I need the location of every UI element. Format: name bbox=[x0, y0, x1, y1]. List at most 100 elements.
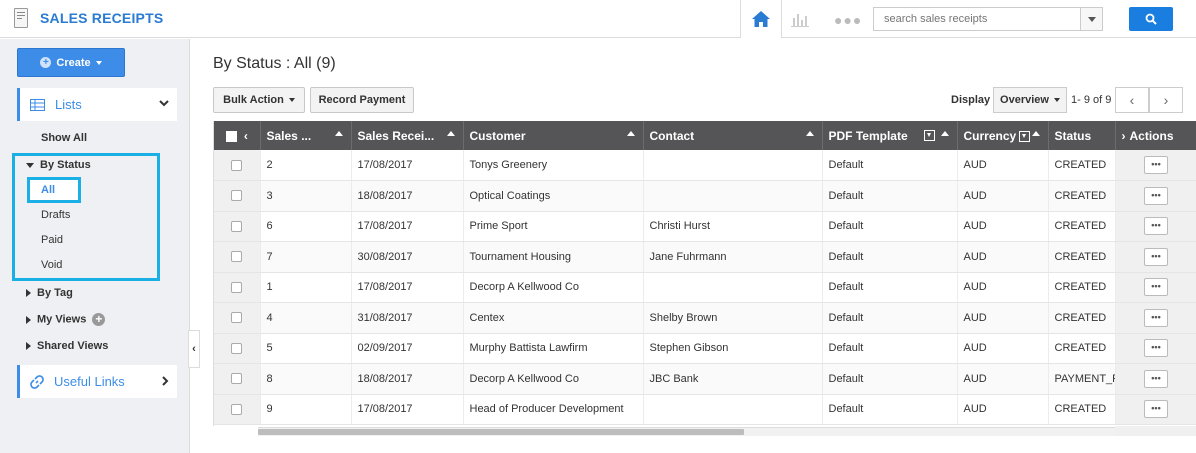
collapse-sidebar-button[interactable]: ‹ bbox=[188, 330, 200, 368]
caret-right-icon bbox=[26, 342, 31, 351]
row-checkbox[interactable] bbox=[231, 220, 243, 232]
cell-date: 17/08/2017 bbox=[351, 394, 464, 425]
bulk-action-button[interactable]: Bulk Action bbox=[213, 87, 305, 113]
table-row[interactable]: 3 18/08/2017 Optical Coatings Default AUD CRE… bbox=[214, 180, 1196, 212]
row-more-button[interactable]: ••• bbox=[1144, 247, 1168, 266]
row-actions-cell: ••• bbox=[1115, 180, 1196, 212]
by-tag-toggle[interactable]: By Tag bbox=[26, 287, 73, 299]
cell-sales-no: 8 bbox=[260, 363, 352, 395]
search-input[interactable] bbox=[874, 8, 1074, 30]
row-checkbox[interactable] bbox=[231, 342, 243, 354]
row-checkbox[interactable] bbox=[231, 312, 243, 324]
table-row[interactable]: 5 02/09/2017 Murphy Battista Lawfirm Stephe… bbox=[214, 333, 1196, 364]
col-contact[interactable]: Contact bbox=[643, 121, 823, 150]
col-sales-receipt-date[interactable]: Sales Recei... bbox=[351, 121, 464, 150]
by-tag-label: By Tag bbox=[37, 287, 73, 299]
table-row[interactable]: 7 30/08/2017 Tournament Housing Jane Fuhrma… bbox=[214, 241, 1196, 273]
bulk-action-label: Bulk Action bbox=[223, 94, 284, 106]
chevron-left-icon[interactable]: ‹ bbox=[244, 129, 248, 143]
cell-customer[interactable]: Optical Coatings bbox=[463, 180, 644, 212]
row-checkbox[interactable] bbox=[231, 251, 243, 263]
search-icon bbox=[1145, 13, 1157, 25]
table-row[interactable]: 2 17/08/2017 Tonys Greenery Default AUD CREAT… bbox=[214, 150, 1196, 181]
my-views-toggle[interactable]: My Views + bbox=[26, 313, 106, 326]
record-payment-label: Record Payment bbox=[318, 94, 406, 106]
cell-currency: AUD bbox=[957, 363, 1049, 395]
home-tab[interactable] bbox=[740, 0, 782, 38]
col-status[interactable]: Status bbox=[1048, 121, 1116, 150]
sort-asc-icon bbox=[334, 131, 343, 136]
cell-currency: AUD bbox=[957, 272, 1049, 303]
row-more-button[interactable]: ••• bbox=[1144, 339, 1168, 358]
row-checkbox[interactable] bbox=[231, 281, 243, 293]
display-select[interactable]: Overview bbox=[993, 87, 1067, 113]
lists-section[interactable]: Lists bbox=[17, 88, 177, 121]
status-void-item[interactable]: Void bbox=[41, 259, 62, 271]
select-all-header[interactable]: ‹ bbox=[214, 121, 261, 150]
row-select-cell bbox=[214, 211, 261, 242]
search-button[interactable] bbox=[1129, 7, 1173, 31]
bar-chart-icon[interactable] bbox=[790, 10, 810, 28]
scrollbar-thumb[interactable] bbox=[258, 429, 744, 435]
add-view-icon[interactable]: + bbox=[92, 313, 106, 326]
cell-customer[interactable]: Decorp A Kellwood Co bbox=[463, 272, 644, 303]
shared-views-label: Shared Views bbox=[37, 340, 109, 352]
record-payment-button[interactable]: Record Payment bbox=[310, 87, 414, 113]
status-drafts-item[interactable]: Drafts bbox=[41, 209, 70, 221]
chevron-down-icon bbox=[159, 100, 169, 107]
row-more-button[interactable]: ••• bbox=[1144, 186, 1168, 205]
pagination-range: 1- 9 of 9 bbox=[1071, 94, 1112, 106]
col-currency[interactable]: Currency bbox=[957, 121, 1049, 150]
col-pdf-template[interactable]: PDF Template bbox=[822, 121, 958, 150]
cell-customer[interactable]: Decorp A Kellwood Co bbox=[463, 363, 644, 395]
filter-icon[interactable] bbox=[923, 130, 935, 141]
useful-links-section[interactable]: Useful Links bbox=[17, 365, 177, 398]
row-more-button[interactable]: ••• bbox=[1144, 278, 1168, 297]
cell-customer[interactable]: Tonys Greenery bbox=[463, 150, 644, 181]
prev-page-button[interactable]: ‹ bbox=[1115, 87, 1149, 113]
row-more-button[interactable]: ••• bbox=[1144, 217, 1168, 236]
status-paid-item[interactable]: Paid bbox=[41, 234, 63, 246]
shared-views-toggle[interactable]: Shared Views bbox=[26, 340, 108, 352]
row-more-button[interactable]: ••• bbox=[1144, 369, 1168, 388]
cell-pdf-template: Default bbox=[822, 302, 958, 334]
row-checkbox[interactable] bbox=[231, 159, 243, 171]
select-all-checkbox[interactable] bbox=[225, 130, 237, 142]
cell-pdf-template: Default bbox=[822, 363, 958, 395]
cell-contact: Shelby Brown bbox=[643, 302, 823, 334]
caret-right-icon bbox=[26, 289, 31, 298]
receipts-table: ‹ Sales ... Sales Recei... Customer Cont… bbox=[214, 121, 1196, 425]
next-page-button[interactable]: › bbox=[1149, 87, 1183, 113]
cell-sales-no: 6 bbox=[260, 211, 352, 242]
col-actions[interactable]: › Actions bbox=[1115, 121, 1196, 150]
more-apps-icon[interactable]: ●●● bbox=[834, 12, 862, 28]
cell-customer[interactable]: Murphy Battista Lawfirm bbox=[463, 333, 644, 364]
row-checkbox[interactable] bbox=[231, 373, 243, 385]
row-more-button[interactable]: ••• bbox=[1144, 400, 1168, 419]
cell-customer[interactable]: Prime Sport bbox=[463, 211, 644, 242]
table-row[interactable]: 6 17/08/2017 Prime Sport Christi Hurst Defau… bbox=[214, 211, 1196, 242]
col-sales-no[interactable]: Sales ... bbox=[260, 121, 352, 150]
row-checkbox[interactable] bbox=[231, 403, 243, 415]
filter-icon[interactable] bbox=[1019, 130, 1031, 142]
show-all-link[interactable]: Show All bbox=[41, 132, 87, 144]
by-status-toggle[interactable]: By Status bbox=[26, 159, 91, 171]
cell-customer[interactable]: Centex bbox=[463, 302, 644, 334]
table-row[interactable]: 9 17/08/2017 Head of Producer Development D… bbox=[214, 394, 1196, 425]
row-more-button[interactable]: ••• bbox=[1144, 156, 1168, 174]
useful-links-label: Useful Links bbox=[54, 374, 125, 389]
cell-customer[interactable]: Head of Producer Development bbox=[463, 394, 644, 425]
row-checkbox[interactable] bbox=[231, 190, 243, 202]
row-more-button[interactable]: ••• bbox=[1144, 308, 1168, 327]
horizontal-scrollbar[interactable] bbox=[258, 427, 1116, 436]
table-row[interactable]: 8 18/08/2017 Decorp A Kellwood Co JBC Bank D… bbox=[214, 363, 1196, 395]
table-row[interactable]: 1 17/08/2017 Decorp A Kellwood Co Default AU… bbox=[214, 272, 1196, 303]
col-customer[interactable]: Customer bbox=[463, 121, 644, 150]
table-row[interactable]: 4 31/08/2017 Centex Shelby Brown Default AUD C… bbox=[214, 302, 1196, 334]
row-actions-cell: ••• bbox=[1115, 241, 1196, 273]
search-dropdown[interactable] bbox=[1080, 8, 1102, 30]
status-all-item[interactable]: All bbox=[27, 177, 81, 203]
create-button[interactable]: + Create bbox=[17, 48, 125, 77]
cell-customer[interactable]: Tournament Housing bbox=[463, 241, 644, 273]
cell-status: CREATED bbox=[1048, 394, 1116, 425]
